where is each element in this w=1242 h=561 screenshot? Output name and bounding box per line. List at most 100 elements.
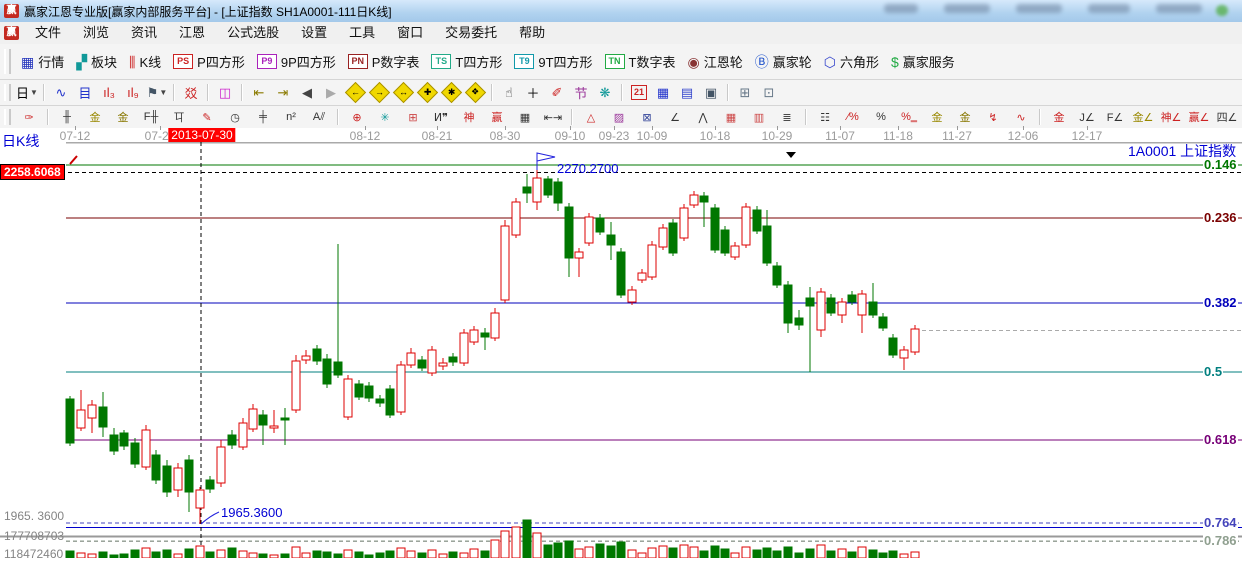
tool-angle-mirror[interactable]: A⫽ [305, 106, 333, 128]
button-gann-wheel[interactable]: ◉江恩轮 [682, 49, 749, 74]
tool-j-angle[interactable]: J∠ [1073, 106, 1101, 128]
highlighted-date-badge[interactable]: 2013-07-30 [168, 128, 235, 142]
menu-item-2[interactable]: 资讯 [120, 22, 168, 44]
tool-gold-angle[interactable]: 金∠ [1129, 106, 1157, 128]
cloud-tool-icon: ❋ [600, 85, 611, 101]
button-sectors[interactable]: ▞板块 [70, 49, 123, 74]
tool-knot-tool[interactable]: 节 [569, 82, 593, 104]
tool-spiral-ruler[interactable]: 㔿 [165, 106, 193, 128]
tool-intraday-chart[interactable]: ∿ [49, 82, 73, 104]
tool-ray-fan-purple[interactable]: ▨ [605, 106, 633, 128]
tool-chart-3min[interactable]: ıl₃ [97, 82, 121, 104]
button-hexagon[interactable]: ⬡六角形 [818, 49, 885, 74]
tool-gold-angle-red[interactable]: 金 [1045, 106, 1073, 128]
tool-next-page[interactable]: ▶ [319, 82, 343, 104]
tool-percent[interactable]: % [867, 106, 895, 128]
gann-level-label-0.5: 0.5 [1203, 365, 1223, 378]
tool-span-arrows[interactable]: ⇤⇥ [539, 106, 567, 128]
menu-item-5[interactable]: 设置 [290, 22, 338, 44]
tool-red-grid-1[interactable]: ▦ [717, 106, 745, 128]
menu-item-0[interactable]: 文件 [24, 22, 72, 44]
tool-fib-ruler[interactable]: F╫ [137, 106, 165, 128]
menu-item-1[interactable]: 浏览 [72, 22, 120, 44]
tool-gold-ruler-down[interactable]: 金 [109, 106, 137, 128]
tool-flag-marker[interactable]: ⚑▼ [145, 82, 169, 104]
tool-shift-left[interactable]: ← [343, 82, 367, 104]
menu-item-4[interactable]: 公式选股 [216, 22, 290, 44]
tool-gann-ruler[interactable]: ╫ [53, 106, 81, 128]
tool-wave-tool[interactable]: ∿ [1007, 106, 1035, 128]
button-p-number-table[interactable]: PNP数字表 [342, 49, 426, 74]
tool-chart-9min[interactable]: ıl₉ [121, 82, 145, 104]
menu-item-6[interactable]: 工具 [338, 22, 386, 44]
tool-shen-angle[interactable]: 神∠ [1157, 106, 1185, 128]
button-9p-square[interactable]: P99P四方形 [251, 49, 342, 74]
tool-notepad[interactable]: ▤ [675, 82, 699, 104]
tool-zoom-full[interactable]: ✚ [415, 82, 439, 104]
tool-grid-target[interactable]: ⊞ [399, 106, 427, 128]
tool-red-grid-2[interactable]: ▥ [745, 106, 773, 128]
button-9t-square[interactable]: T99T四方形 [508, 49, 598, 74]
tool-shen-grid[interactable]: 神 [455, 106, 483, 128]
tool-red-pencil[interactable]: ✎ [193, 106, 221, 128]
tool-wave-mark[interactable]: Ͷ❞ [427, 106, 455, 128]
tool-percent-slash[interactable]: ∕% [839, 106, 867, 128]
kline-chart-area[interactable]: 日K线1A0001 上证指数2258.60681965. 36001777087… [0, 142, 1242, 558]
tool-price-ruler[interactable]: ╪ [249, 106, 277, 128]
tool-gold-ruler-up[interactable]: 金 [81, 106, 109, 128]
button-t-number-table[interactable]: TNT数字表 [599, 49, 682, 74]
tool-local-pc[interactable]: ⊡ [757, 82, 781, 104]
tool-zoom-horizontal[interactable]: ↔ [391, 82, 415, 104]
tool-angle-lines[interactable]: ∠ [661, 106, 689, 128]
tool-hand-tool[interactable]: ☝ [497, 82, 521, 104]
tool-ray-fan-blue[interactable]: ⊠ [633, 106, 661, 128]
tool-crosshair-tool[interactable]: ＋ [521, 82, 545, 104]
tool-ray-fan-red[interactable]: △ [577, 106, 605, 128]
tool-ink-marker[interactable]: ↯ [979, 106, 1007, 128]
tool-zoom-out[interactable]: ❖ [463, 82, 487, 104]
tool-shift-right[interactable]: → [367, 82, 391, 104]
tool-price-table[interactable]: ☷ [811, 106, 839, 128]
tool-f-angle[interactable]: F∠ [1101, 106, 1129, 128]
tool-gold-circle[interactable]: 金 [923, 106, 951, 128]
button-kline[interactable]: ⫼K线 [123, 49, 167, 74]
menu-item-7[interactable]: 窗口 [386, 22, 434, 44]
tool-trend-line-tool[interactable]: ✐ [545, 82, 569, 104]
tool-red-brush[interactable]: ✑ [15, 106, 43, 128]
tool-last-page[interactable]: ⇥ [271, 82, 295, 104]
tool-percent-lines[interactable]: %‗ [895, 106, 923, 128]
tool-first-page[interactable]: ⇤ [247, 82, 271, 104]
tool-info-f10[interactable]: 目 [73, 82, 97, 104]
menu-item-8[interactable]: 交易委托 [434, 22, 508, 44]
button-quotes[interactable]: ▦行情 [15, 49, 70, 74]
tool-gold-hat[interactable]: 金 [951, 106, 979, 128]
tool-gann-circle[interactable]: ⊕ [343, 106, 371, 128]
ray-fan-red-icon: △ [587, 111, 595, 124]
tool-square-n2[interactable]: n² [277, 106, 305, 128]
tool-color-histogram[interactable]: ◫ [213, 82, 237, 104]
candle-body [638, 273, 646, 280]
tool-calendar-21[interactable]: 21 [627, 82, 651, 104]
button-p-square[interactable]: PSP四方形 [167, 49, 251, 74]
tool-period-day[interactable]: 日▼ [15, 82, 39, 104]
tool-save[interactable]: ▣ [699, 82, 723, 104]
tool-calculator[interactable]: ▦ [651, 82, 675, 104]
tool-zoom-in[interactable]: ✱ [439, 82, 463, 104]
button-winner-wheel[interactable]: Ⓑ赢家轮 [749, 49, 818, 74]
tool-compass-rose[interactable]: ✳ [371, 106, 399, 128]
button-winner-service[interactable]: $赢家服务 [885, 49, 961, 74]
tool-time-cycle[interactable]: ◷ [221, 106, 249, 128]
tool-zigzag-tool[interactable]: ⋀ [689, 106, 717, 128]
tool-cloud-tool[interactable]: ❋ [593, 82, 617, 104]
menu-item-3[interactable]: 江恩 [168, 22, 216, 44]
tool-ying-angle[interactable]: 赢∠ [1185, 106, 1213, 128]
tool-pattern-tool[interactable]: 㸚 [179, 82, 203, 104]
menu-item-9[interactable]: 帮助 [508, 22, 556, 44]
tool-parallel-lines[interactable]: ≣ [773, 106, 801, 128]
tool-black-grid[interactable]: ▦ [511, 106, 539, 128]
tool-prev-page[interactable]: ◀ [295, 82, 319, 104]
tool-ying-grid[interactable]: 赢 [483, 106, 511, 128]
tool-four-angle[interactable]: 四∠ [1213, 106, 1241, 128]
tool-remote-pc[interactable]: ⊞ [733, 82, 757, 104]
button-t-square[interactable]: TST四方形 [425, 49, 508, 74]
